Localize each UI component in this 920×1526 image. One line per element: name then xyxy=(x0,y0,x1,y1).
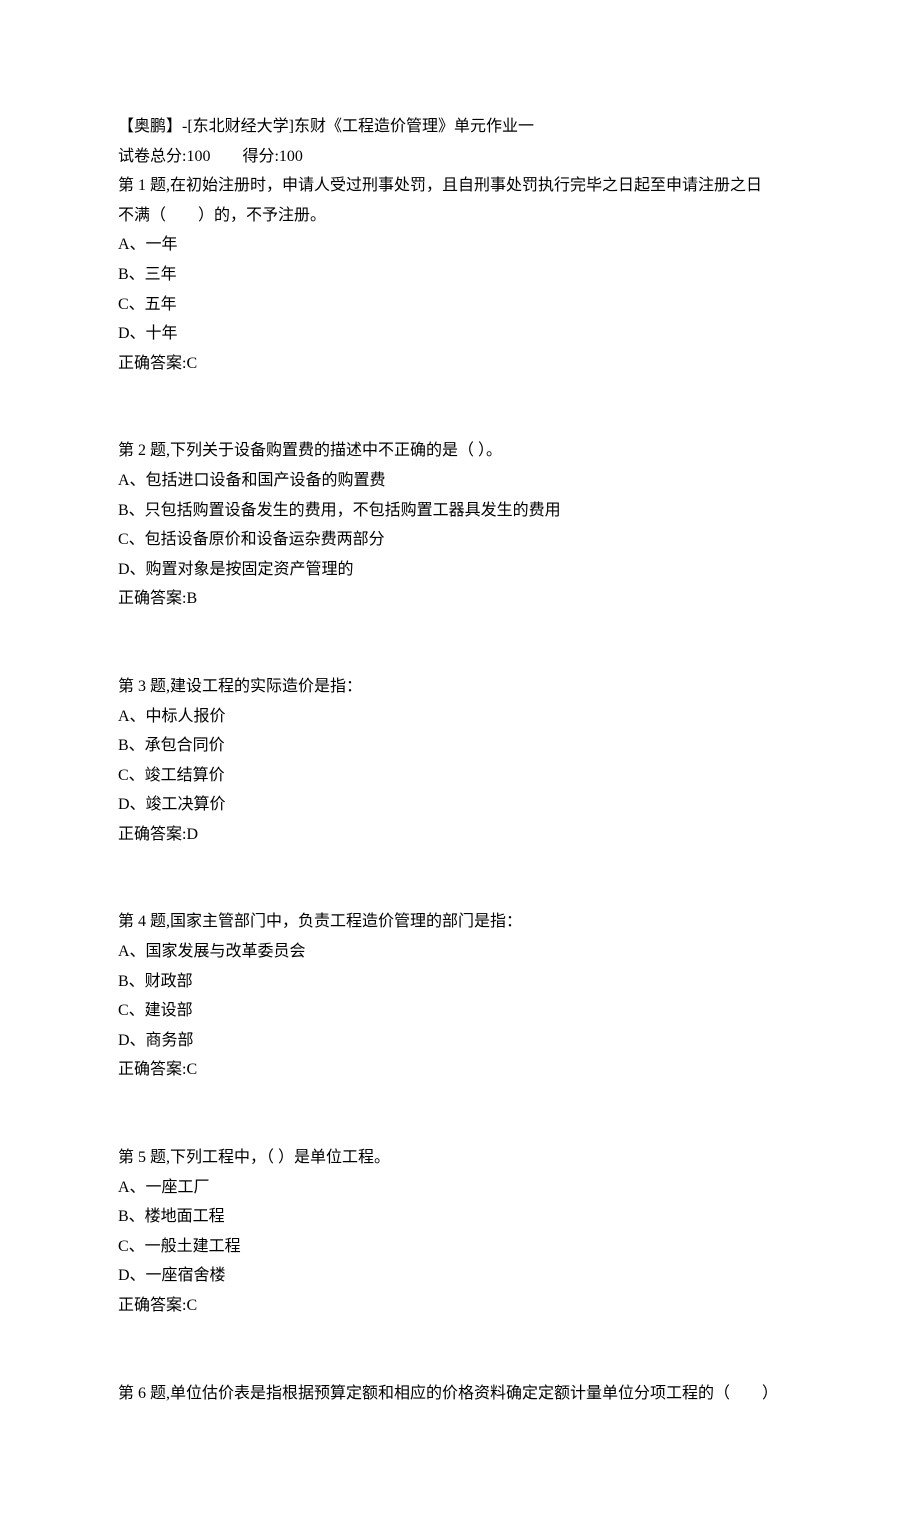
correct-answer: 正确答案:D xyxy=(118,820,802,850)
question-prompt: 第 6 题,单位估价表是指根据预算定额和相应的价格资料确定定额计量单位分项工程的… xyxy=(118,1379,802,1409)
option-d: D、一座宿舍楼 xyxy=(118,1261,802,1291)
option-b: B、财政部 xyxy=(118,967,802,997)
question-prompt: 第 2 题,下列关于设备购置费的描述中不正确的是（ ）。 xyxy=(118,436,802,466)
option-c: C、建设部 xyxy=(118,996,802,1026)
option-b: B、承包合同价 xyxy=(118,731,802,761)
question-6: 第 6 题,单位估价表是指根据预算定额和相应的价格资料确定定额计量单位分项工程的… xyxy=(118,1379,802,1409)
option-a: A、包括进口设备和国产设备的购置费 xyxy=(118,466,802,496)
document-title: 【奥鹏】-[东北财经大学]东财《工程造价管理》单元作业一 xyxy=(118,112,802,142)
option-d: D、购置对象是按固定资产管理的 xyxy=(118,555,802,585)
option-c: C、五年 xyxy=(118,290,802,320)
option-d: D、十年 xyxy=(118,319,802,349)
question-prompt: 第 3 题,建设工程的实际造价是指： xyxy=(118,672,802,702)
question-prompt: 第 1 题,在初始注册时，申请人受过刑事处罚，且自刑事处罚执行完毕之日起至申请注… xyxy=(118,171,802,201)
question-4: 第 4 题,国家主管部门中，负责工程造价管理的部门是指： A、国家发展与改革委员… xyxy=(118,907,802,1085)
correct-answer: 正确答案:B xyxy=(118,584,802,614)
option-a: A、国家发展与改革委员会 xyxy=(118,937,802,967)
got-score: 得分:100 xyxy=(242,148,302,165)
option-d: D、竣工决算价 xyxy=(118,790,802,820)
question-prompt: 不满（ ）的，不予注册。 xyxy=(118,201,802,231)
question-5: 第 5 题,下列工程中，（ ）是单位工程。 A、一座工厂 B、楼地面工程 C、一… xyxy=(118,1143,802,1321)
option-b: B、楼地面工程 xyxy=(118,1202,802,1232)
option-a: A、中标人报价 xyxy=(118,702,802,732)
question-prompt: 第 4 题,国家主管部门中，负责工程造价管理的部门是指： xyxy=(118,907,802,937)
option-a: A、一年 xyxy=(118,230,802,260)
option-a: A、一座工厂 xyxy=(118,1173,802,1203)
option-c: C、一般土建工程 xyxy=(118,1232,802,1262)
option-b: B、只包括购置设备发生的费用，不包括购置工器具发生的费用 xyxy=(118,496,802,526)
question-1: 第 1 题,在初始注册时，申请人受过刑事处罚，且自刑事处罚执行完毕之日起至申请注… xyxy=(118,171,802,378)
total-score: 试卷总分:100 xyxy=(118,148,210,165)
score-line: 试卷总分:100 得分:100 xyxy=(118,142,802,172)
correct-answer: 正确答案:C xyxy=(118,349,802,379)
question-2: 第 2 题,下列关于设备购置费的描述中不正确的是（ ）。 A、包括进口设备和国产… xyxy=(118,436,802,614)
correct-answer: 正确答案:C xyxy=(118,1055,802,1085)
option-c: C、包括设备原价和设备运杂费两部分 xyxy=(118,525,802,555)
option-c: C、竣工结算价 xyxy=(118,761,802,791)
option-b: B、三年 xyxy=(118,260,802,290)
option-d: D、商务部 xyxy=(118,1026,802,1056)
question-3: 第 3 题,建设工程的实际造价是指： A、中标人报价 B、承包合同价 C、竣工结… xyxy=(118,672,802,850)
correct-answer: 正确答案:C xyxy=(118,1291,802,1321)
question-prompt: 第 5 题,下列工程中，（ ）是单位工程。 xyxy=(118,1143,802,1173)
